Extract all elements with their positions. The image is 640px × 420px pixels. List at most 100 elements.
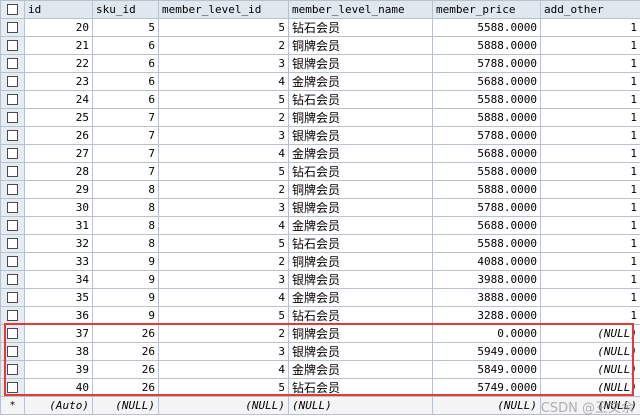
cell-add-other[interactable]: (NULL): [540, 378, 640, 397]
row-select-checkbox[interactable]: [0, 288, 25, 307]
cell-sku-id[interactable]: 6: [92, 36, 159, 55]
cell-add-other[interactable]: 1: [540, 288, 640, 307]
cell-id[interactable]: 27: [24, 144, 93, 163]
cell-add-other[interactable]: (NULL): [540, 324, 640, 343]
column-header-id[interactable]: id: [24, 0, 93, 19]
checkbox-icon[interactable]: [7, 40, 18, 51]
cell-member-level-name[interactable]: 银牌会员: [288, 198, 433, 217]
table-row[interactable]: 31 8 4 金牌会员 5688.0000 1: [0, 216, 640, 235]
cell-id[interactable]: 26: [24, 126, 93, 145]
cell-sku-id[interactable]: 9: [92, 270, 159, 289]
cell-id[interactable]: 30: [24, 198, 93, 217]
table-row[interactable]: 27 7 4 金牌会员 5688.0000 1: [0, 144, 640, 163]
cell-member-level-id[interactable]: 4: [158, 360, 289, 379]
cell-member-level-id[interactable]: 3: [158, 342, 289, 361]
cell-member-price[interactable]: 0.0000: [432, 324, 541, 343]
checkbox-icon[interactable]: [7, 238, 18, 249]
cell-member-level-id[interactable]: 5: [158, 234, 289, 253]
row-select-checkbox[interactable]: [0, 378, 25, 397]
row-select-checkbox[interactable]: [0, 270, 25, 289]
cell-id[interactable]: 38: [24, 342, 93, 361]
cell-member-price[interactable]: 5688.0000: [432, 144, 541, 163]
cell-sku-id[interactable]: 9: [92, 288, 159, 307]
cell-add-other[interactable]: 1: [540, 180, 640, 199]
checkbox-icon[interactable]: [7, 184, 18, 195]
cell-member-price[interactable]: 5788.0000: [432, 198, 541, 217]
row-select-checkbox[interactable]: [0, 108, 25, 127]
cell-sku-id[interactable]: 8: [92, 198, 159, 217]
cell-member-price[interactable]: 5888.0000: [432, 36, 541, 55]
cell-id[interactable]: 40: [24, 378, 93, 397]
cell-member-level-id[interactable]: 2: [158, 324, 289, 343]
cell-id[interactable]: 35: [24, 288, 93, 307]
table-row[interactable]: 40 26 5 钻石会员 5749.0000 (NULL): [0, 378, 640, 397]
cell-add-other[interactable]: 1: [540, 162, 640, 181]
checkbox-icon[interactable]: [7, 202, 18, 213]
table-row[interactable]: 28 7 5 钻石会员 5588.0000 1: [0, 162, 640, 181]
cell-member-level-id[interactable]: 5: [158, 306, 289, 325]
checkbox-icon[interactable]: [7, 166, 18, 177]
table-row[interactable]: 33 9 2 铜牌会员 4088.0000 1: [0, 252, 640, 271]
cell-member-price[interactable]: 5788.0000: [432, 54, 541, 73]
cell-sku-id[interactable]: 9: [92, 252, 159, 271]
cell-member-level-name[interactable]: 金牌会员: [288, 72, 433, 91]
checkbox-icon[interactable]: [7, 94, 18, 105]
row-select-checkbox[interactable]: [0, 198, 25, 217]
cell-add-other[interactable]: 1: [540, 270, 640, 289]
cell-member-level-name[interactable]: 银牌会员: [288, 54, 433, 73]
cell-member-level-name[interactable]: 铜牌会员: [288, 180, 433, 199]
cell-member-level-name[interactable]: 金牌会员: [288, 216, 433, 235]
cell-member-price[interactable]: 3888.0000: [432, 288, 541, 307]
cell-member-level-id[interactable]: 5: [158, 162, 289, 181]
table-row[interactable]: 30 8 3 银牌会员 5788.0000 1: [0, 198, 640, 217]
cell-member-level-name[interactable]: 银牌会员: [288, 126, 433, 145]
cell-member-level-id[interactable]: 4: [158, 288, 289, 307]
column-header-sku-id[interactable]: sku_id: [92, 0, 159, 19]
table-row[interactable]: 24 6 5 钻石会员 5588.0000 1: [0, 90, 640, 109]
cell-member-price[interactable]: 3988.0000: [432, 270, 541, 289]
checkbox-icon[interactable]: [7, 292, 18, 303]
cell-sku-id[interactable]: 6: [92, 72, 159, 91]
checkbox-icon[interactable]: [7, 58, 18, 69]
table-row[interactable]: 34 9 3 银牌会员 3988.0000 1: [0, 270, 640, 289]
cell-member-level-name[interactable]: 钻石会员: [288, 234, 433, 253]
cell-member-price[interactable]: 5888.0000: [432, 180, 541, 199]
checkbox-icon[interactable]: [7, 346, 18, 357]
checkbox-icon[interactable]: [7, 220, 18, 231]
cell-id[interactable]: 32: [24, 234, 93, 253]
row-select-checkbox[interactable]: [0, 324, 25, 343]
cell-sku-id[interactable]: 5: [92, 18, 159, 37]
cell-add-other[interactable]: 1: [540, 126, 640, 145]
cell-member-level-name[interactable]: 铜牌会员: [288, 36, 433, 55]
row-select-checkbox[interactable]: [0, 342, 25, 361]
cell-member-level-id[interactable]: 2: [158, 36, 289, 55]
cell-sku-id[interactable]: 7: [92, 144, 159, 163]
new-row-member-level-id[interactable]: (NULL): [158, 396, 289, 415]
checkbox-icon[interactable]: [7, 382, 18, 393]
cell-member-price[interactable]: 5749.0000: [432, 378, 541, 397]
cell-member-price[interactable]: 5949.0000: [432, 342, 541, 361]
cell-member-level-id[interactable]: 2: [158, 180, 289, 199]
table-row[interactable]: 37 26 2 铜牌会员 0.0000 (NULL): [0, 324, 640, 343]
cell-sku-id[interactable]: 26: [92, 360, 159, 379]
checkbox-icon[interactable]: [7, 112, 18, 123]
cell-member-level-name[interactable]: 钻石会员: [288, 306, 433, 325]
cell-member-level-id[interactable]: 3: [158, 270, 289, 289]
cell-sku-id[interactable]: 6: [92, 54, 159, 73]
new-row-sku-id[interactable]: (NULL): [92, 396, 159, 415]
checkbox-icon[interactable]: [7, 4, 18, 15]
cell-member-level-id[interactable]: 5: [158, 378, 289, 397]
cell-sku-id[interactable]: 26: [92, 324, 159, 343]
cell-sku-id[interactable]: 7: [92, 162, 159, 181]
table-row[interactable]: 32 8 5 钻石会员 5588.0000 1: [0, 234, 640, 253]
select-all-checkbox[interactable]: [0, 0, 25, 19]
table-row[interactable]: 26 7 3 银牌会员 5788.0000 1: [0, 126, 640, 145]
table-row[interactable]: 22 6 3 银牌会员 5788.0000 1: [0, 54, 640, 73]
column-header-member-level-name[interactable]: member_level_name: [288, 0, 433, 19]
cell-add-other[interactable]: 1: [540, 144, 640, 163]
cell-member-level-id[interactable]: 4: [158, 216, 289, 235]
checkbox-icon[interactable]: [7, 310, 18, 321]
row-select-checkbox[interactable]: [0, 306, 25, 325]
column-header-add-other[interactable]: add_other: [540, 0, 640, 19]
cell-member-level-id[interactable]: 5: [158, 90, 289, 109]
